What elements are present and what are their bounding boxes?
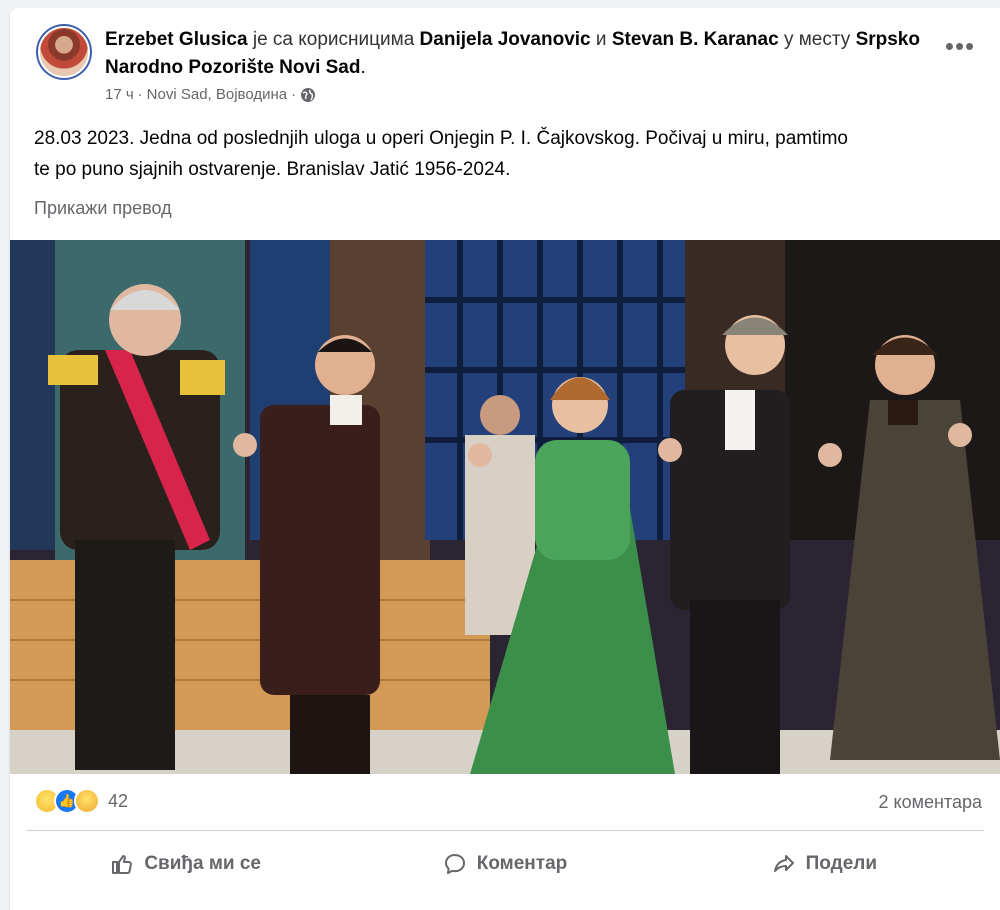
comments-count[interactable]: 2 коментара [879, 792, 983, 813]
see-translation-link[interactable]: Прикажи превод [34, 198, 172, 219]
share-label: Подели [805, 853, 878, 874]
post-text-line: 28.03 2023. Jedna od poslednjih uloga u … [34, 128, 848, 149]
globe-icon [301, 87, 316, 102]
comment-label: Коментар [476, 853, 568, 874]
like-label: Свиђа ми се [144, 853, 261, 874]
with-text: је са корисницима [252, 29, 415, 50]
post-header: Erzebet Glusica је са корисницима Danije… [105, 29, 920, 78]
tagged-user-1[interactable]: Danijela Jovanovic [420, 29, 591, 50]
thumbs-up-icon [112, 855, 133, 874]
comment-button[interactable]: Коментар [345, 842, 664, 886]
like-button[interactable]: Свиђа ми се [26, 842, 345, 886]
author-avatar[interactable] [36, 24, 92, 80]
post-card: Erzebet Glusica је са корисницима Danije… [10, 8, 1000, 910]
divider [26, 830, 984, 831]
post-time[interactable]: 17 ч [105, 86, 134, 103]
reaction-count[interactable]: 42 [108, 791, 128, 812]
post-location[interactable]: Novi Sad, Војводина [147, 86, 287, 103]
post-meta: 17 ч · Novi Sad, Војводина · [105, 86, 316, 103]
post-body: 28.03 2023. Jedna od poslednjih uloga u … [34, 123, 984, 185]
care-icon [74, 788, 100, 814]
action-bar: Свиђа ми се Коментар Подели [26, 838, 984, 890]
and-text: и [595, 29, 607, 50]
place-text: у месту [783, 29, 851, 50]
tagged-user-2[interactable]: Stevan B. Karanac [612, 29, 779, 50]
share-icon [773, 855, 794, 872]
author-name[interactable]: Erzebet Glusica [105, 29, 248, 50]
more-options-button[interactable]: ••• [942, 33, 978, 59]
post-photo[interactable] [10, 240, 1000, 774]
post-text-line: te po puno sjajnih ostvarenje. Branislav… [34, 159, 511, 180]
reactions-summary[interactable]: 👍 42 [34, 788, 128, 814]
share-button[interactable]: Подели [665, 842, 984, 886]
stage-photo-illustration [10, 240, 1000, 774]
comment-icon [444, 854, 465, 874]
